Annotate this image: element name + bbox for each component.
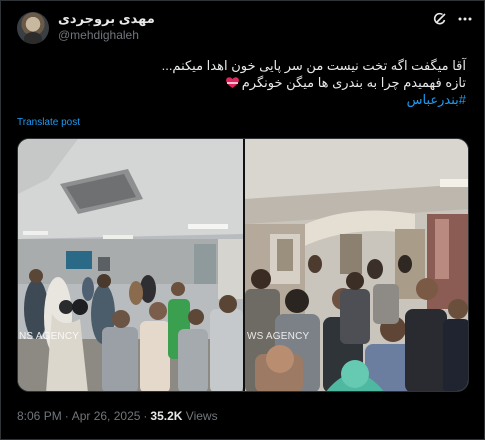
- photo-crowded-corridor[interactable]: WS AGENCY: [245, 139, 468, 391]
- tweet-card[interactable]: مهدی بروجردی @mehdighaleh آقا میگفت اگه …: [0, 0, 485, 440]
- photo-hospital-lobby[interactable]: NS AGENCY: [18, 139, 243, 391]
- post-line-2: تازه فهمیدم چرا به بندری ها میگن خونگرم: [241, 75, 466, 90]
- post-time[interactable]: 8:06 PM: [17, 409, 62, 423]
- corridor-image: [245, 139, 468, 391]
- post-date[interactable]: Apr 26, 2025: [72, 409, 141, 423]
- post-text: آقا میگفت اگه تخت نیست من سر پایی خون اه…: [26, 57, 466, 108]
- post-line-1: آقا میگفت اگه تخت نیست من سر پایی خون اه…: [161, 58, 466, 73]
- author-handle[interactable]: @mehdighaleh: [58, 28, 139, 42]
- watermark-right: WS AGENCY: [247, 331, 310, 342]
- post-line-2-wrap: تازه فهمیدم چرا به بندری ها میگن خونگرم: [26, 74, 466, 91]
- media-grid: NS AGENCY WS AGENCY: [17, 138, 469, 392]
- lobby-image: [18, 139, 243, 391]
- hashtag-link[interactable]: #بندرعباس: [26, 91, 466, 108]
- watermark-left: NS AGENCY: [19, 331, 80, 342]
- avatar[interactable]: [17, 12, 49, 44]
- translate-post-link[interactable]: Translate post: [17, 117, 80, 128]
- author-name[interactable]: مهدی بروجردی: [58, 11, 155, 27]
- post-meta: 8:06 PM · Apr 26, 2025 · 35.2K Views: [17, 409, 218, 423]
- views-count: 35.2K: [150, 409, 183, 423]
- more-icon[interactable]: [457, 11, 473, 27]
- views-label: Views: [185, 409, 218, 423]
- heart-ribbon-icon: [225, 77, 239, 88]
- grok-icon[interactable]: [433, 12, 447, 26]
